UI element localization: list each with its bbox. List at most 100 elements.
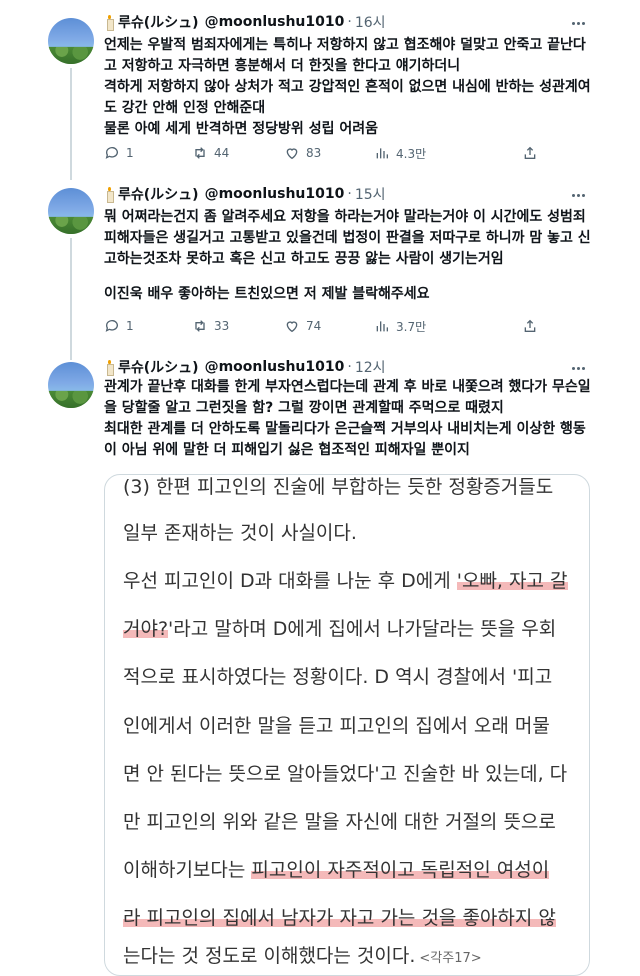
retweet-button[interactable]: 44 — [192, 145, 229, 161]
share-button[interactable] — [522, 318, 544, 334]
tweet-text: 관계가 끝난후 대화를 한게 부자연스럽다는데 관계 후 바로 내쫓으려 했다가… — [104, 377, 591, 461]
share-icon — [524, 146, 536, 159]
text-line: 이 아님 위에 말한 더 피해입기 싫은 협조적인 피해자일 뿐이지 — [104, 442, 470, 458]
text-line: 피해자들은 생길거고 고통받고 있을건데 법정이 판결을 저따구로 하니까 맘 … — [104, 230, 591, 246]
separator-dot: · — [347, 359, 352, 375]
footnote-marker: <각주17> — [419, 951, 482, 966]
document-text: 일부 존재하는 것이 사실이다. — [123, 522, 357, 544]
like-button[interactable]: 74 — [284, 318, 321, 334]
retweet-button[interactable]: 33 — [192, 318, 229, 334]
user-handle[interactable]: @moonlushu1010 — [205, 186, 345, 202]
reply-button[interactable]: 1 — [104, 318, 134, 334]
document-line: 거야?'라고 말하며 D에게 집에서 나가달라는 뜻을 우회 — [123, 614, 556, 641]
document-line: 인에게서 이러한 말을 듣고 피고인의 집에서 오래 머물 — [123, 711, 550, 738]
separator-dot: · — [347, 14, 352, 30]
tweet-actions: 1 33 74 3.7만 — [104, 316, 544, 336]
text-line: 최대한 관계를 더 안하도록 말돌리다가 은근슬쩍 거부의사 내비치는게 이상한… — [104, 421, 586, 437]
text-line: 도 강간 안해 인정 안해준대 — [104, 100, 266, 116]
document-text: 이해하기보다는 — [123, 859, 252, 881]
comment-icon — [105, 147, 118, 159]
avatar[interactable] — [48, 188, 94, 234]
more-icon[interactable] — [572, 361, 586, 375]
text-line: 이진욱 배우 좋아하는 트친있으면 저 제발 블락해주세요 — [104, 286, 430, 302]
text-line — [104, 270, 584, 284]
candle-icon — [104, 15, 114, 31]
candle-icon — [104, 187, 114, 203]
like-button[interactable]: 83 — [284, 145, 321, 161]
candle-icon — [104, 360, 114, 376]
document-line: (3) 한편 피고인의 진술에 부합하는 듯한 정황증거들도 — [123, 475, 554, 499]
view-count: 3.7만 — [396, 319, 427, 334]
document-line: 일부 존재하는 것이 사실이다. — [123, 518, 357, 545]
document-line: 는다는 것 정도로 이해했다는 것이다. <각주17> — [123, 941, 482, 968]
display-name[interactable]: 루슈(ルシュ) — [118, 357, 199, 377]
document-line: 면 안 된다는 뜻으로 알아들었다'고 진술한 바 있는데, 다 — [123, 759, 567, 786]
views-button[interactable]: 4.3만 — [374, 145, 426, 162]
highlighted-text: '오빠, 자고 갈 — [456, 570, 568, 592]
tweet-time[interactable]: 12시 — [355, 357, 386, 377]
views-button[interactable]: 3.7만 — [374, 318, 426, 335]
thread-line — [70, 238, 72, 360]
document-line: 우선 피고인이 D과 대화를 나눈 후 D에게 '오빠, 자고 갈 — [123, 566, 568, 593]
user-handle[interactable]: @moonlushu1010 — [205, 14, 345, 30]
display-name[interactable]: 루슈(ルシュ) — [118, 12, 199, 32]
tweet-time[interactable]: 15시 — [355, 184, 386, 204]
highlighted-text: 피고인이 자주적이고 독립적인 여성이 — [251, 859, 550, 881]
reply-count: 1 — [126, 319, 134, 333]
document-text: 만 피고인의 위와 같은 말을 자신에 대한 거절의 뜻으로 — [123, 811, 556, 833]
text-line: 고 저항하고 자극하면 흥분해서 더 한짓을 한다고 얘기하더니 — [104, 58, 461, 74]
tweet-actions: 1 44 83 4.3만 — [104, 143, 544, 163]
document-line: 만 피고인의 위와 같은 말을 자신에 대한 거절의 뜻으로 — [123, 807, 556, 834]
document-text: 는다는 것 정도로 이해했다는 것이다. — [123, 945, 416, 967]
text-line: 관계가 끝난후 대화를 한게 부자연스럽다는데 관계 후 바로 내쫓으려 했다가… — [104, 379, 591, 395]
avatar[interactable] — [48, 362, 94, 408]
document-text: 면 안 된다는 뜻으로 알아들었다'고 진술한 바 있는데, 다 — [123, 763, 568, 785]
document-text: '라고 말하며 D에게 집에서 나가달라는 뜻을 우회 — [168, 618, 557, 640]
heart-icon — [286, 321, 298, 333]
document-line: 이해하기보다는 피고인이 자주적이고 독립적인 여성이 — [123, 855, 550, 882]
more-icon[interactable] — [572, 16, 586, 30]
view-count: 4.3만 — [396, 146, 427, 161]
document-text: 우선 피고인이 D과 대화를 나눈 후 D에게 — [123, 570, 457, 592]
tweet-header: 루슈(ルシュ) @moonlushu1010 · 16시 — [104, 12, 386, 32]
reply-count: 1 — [126, 146, 134, 160]
reply-button[interactable]: 1 — [104, 145, 134, 161]
tweet-header: 루슈(ルシュ) @moonlushu1010 · 12시 — [104, 357, 386, 377]
text-line: 물론 아예 세게 반격하면 정당방위 성립 어려움 — [104, 121, 378, 137]
retweet-icon — [195, 147, 205, 159]
thread-line — [70, 68, 72, 180]
attached-image[interactable]: (3) 한편 피고인의 진술에 부합하는 듯한 정황증거들도 일부 존재하는 것… — [104, 474, 590, 976]
tweet-text: 뭐 어쩌라는건지 좀 알려주세요 저항을 하라는거야 말라는거야 이 시간에도 … — [104, 207, 591, 305]
highlighted-text: 라 피고인의 집에서 남자가 자고 가는 것을 좋아하지 않 — [123, 907, 556, 929]
document-line: 적으로 표시하였다는 정황이다. D 역시 경찰에서 '피고 — [123, 662, 552, 689]
text-line: 언제는 우발적 범죄자에게는 특히나 저항하지 않고 협조해야 덜맞고 안죽고 … — [104, 37, 586, 53]
share-icon — [524, 319, 536, 332]
like-count: 83 — [306, 146, 322, 160]
heart-icon — [286, 148, 298, 160]
highlighted-text: 거야? — [123, 618, 169, 640]
tweet-time[interactable]: 16시 — [355, 12, 386, 32]
document-text: 인에게서 이러한 말을 듣고 피고인의 집에서 오래 머물 — [123, 715, 550, 737]
user-handle[interactable]: @moonlushu1010 — [205, 359, 345, 375]
tweet-text: 언제는 우발적 범죄자에게는 특히나 저항하지 않고 협조해야 덜맞고 안죽고 … — [104, 35, 591, 140]
document-line: 라 피고인의 집에서 남자가 자고 가는 것을 좋아하지 않 — [123, 903, 556, 930]
avatar[interactable] — [48, 18, 94, 64]
share-button[interactable] — [522, 145, 544, 161]
display-name[interactable]: 루슈(ルシュ) — [118, 184, 199, 204]
document-text: (3) 한편 피고인의 진술에 부합하는 듯한 정황증거들도 — [123, 476, 554, 498]
views-icon — [376, 321, 388, 332]
text-line: 격하게 저항하지 않아 상처가 적고 강압적인 흔적이 없으면 내심에 반하는 … — [104, 79, 591, 95]
text-line: 뭐 어쩌라는건지 좀 알려주세요 저항을 하라는거야 말라는거야 이 시간에도 … — [104, 209, 586, 225]
text-line: 고하는것조차 못하고 혹은 신고 하고도 끙끙 앓는 사람이 생기는거임 — [104, 251, 504, 267]
retweet-count: 44 — [214, 146, 230, 160]
text-line: 을 당할줄 알고 그런짓을 함? 그럴 깡이면 관계할때 주먹으로 때렸지 — [104, 400, 504, 416]
like-count: 74 — [306, 319, 322, 333]
views-icon — [376, 148, 388, 159]
retweet-icon — [195, 320, 205, 332]
tweet-header: 루슈(ルシュ) @moonlushu1010 · 15시 — [104, 184, 386, 204]
separator-dot: · — [347, 186, 352, 202]
retweet-count: 33 — [214, 319, 230, 333]
more-icon[interactable] — [572, 188, 586, 202]
document-text: 적으로 표시하였다는 정황이다. D 역시 경찰에서 '피고 — [123, 666, 553, 688]
comment-icon — [105, 320, 118, 332]
